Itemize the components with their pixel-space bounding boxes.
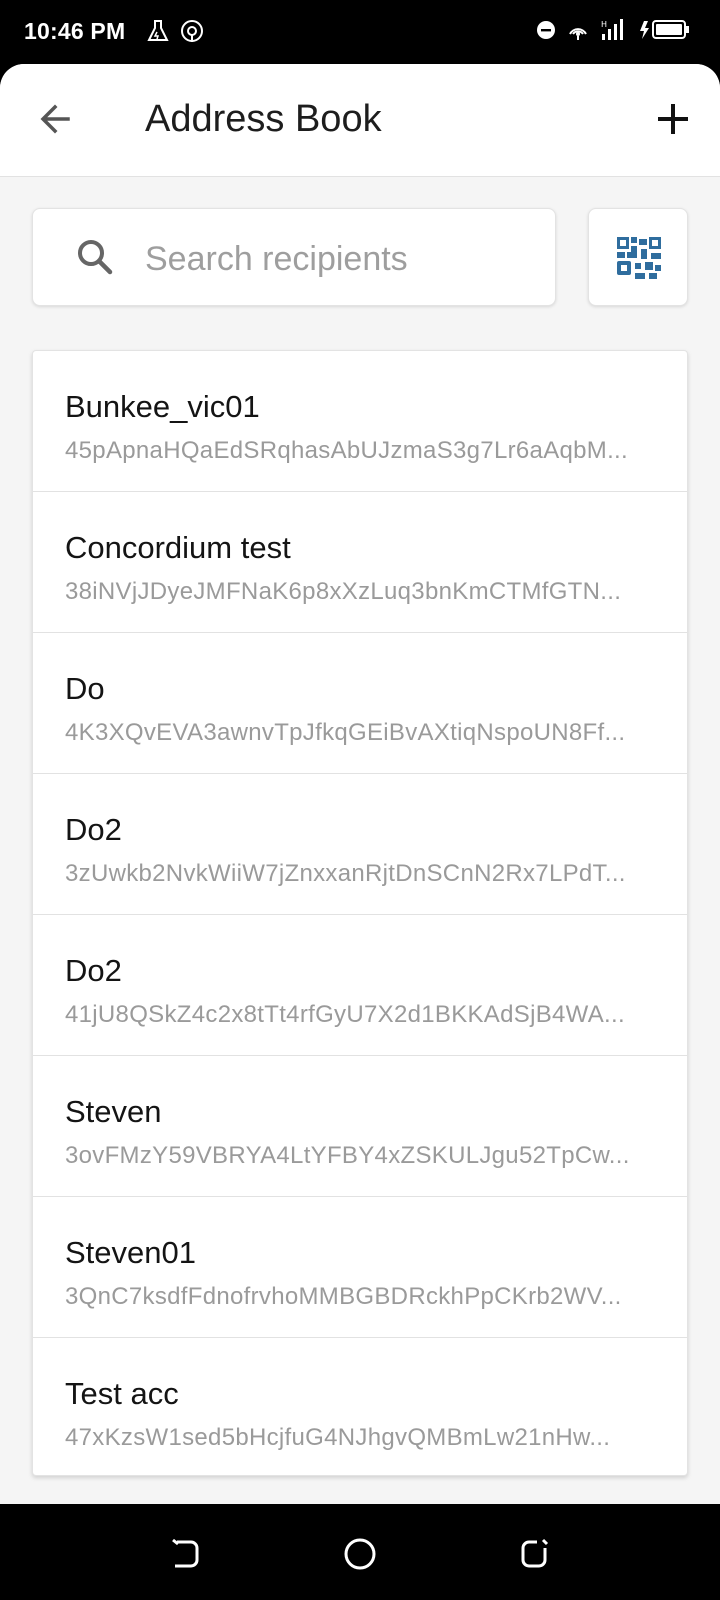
recipient-address: 47xKzsW1sed5bHcjfuG4NJhgvQMBmLw21nHw... bbox=[65, 1424, 611, 1451]
recipient-item[interactable]: Steven 3ovFMzY59VBRYA4LtYFBY4xZSKULJgu52T… bbox=[33, 1056, 687, 1197]
wifi-hotspot-icon bbox=[566, 18, 590, 47]
page-title: Address Book bbox=[145, 98, 382, 140]
recipient-item[interactable]: Test acc 47xKzsW1sed5bHcjfuG4NJhgvQMBmLw2… bbox=[33, 1338, 687, 1475]
recents-icon bbox=[515, 1538, 555, 1578]
recipient-name: Do2 bbox=[65, 812, 122, 847]
search-input[interactable] bbox=[143, 233, 537, 285]
recipient-name: Do2 bbox=[65, 953, 122, 988]
recipient-name: Steven bbox=[65, 1094, 162, 1129]
back-button[interactable] bbox=[32, 94, 82, 144]
status-time: 10:46 PM bbox=[24, 18, 126, 44]
system-nav-bar bbox=[0, 1504, 720, 1600]
status-left-icons bbox=[145, 18, 205, 49]
plus-icon bbox=[648, 104, 698, 148]
recipient-address: 38iNVjJDyeJMFNaK6p8xXzLuq3bnKmCTMfGTN... bbox=[65, 578, 622, 605]
search-box bbox=[32, 208, 556, 306]
recipient-address: 4K3XQvEVA3awnvTpJfkqGEiBvAXtiqNspoUN8Ff.… bbox=[65, 719, 626, 746]
back-gesture-icon bbox=[165, 1538, 205, 1578]
hotspot-icon bbox=[179, 18, 205, 49]
do-not-disturb-icon bbox=[536, 20, 556, 45]
recipient-item[interactable]: Do2 41jU8QSkZ4c2x8tTt4rfGyU7X2d1BKKAdSjB4… bbox=[33, 915, 687, 1056]
recipient-item[interactable]: Steven01 3QnC7ksdfFdnofrvhoMMBGBDRckhPpCK… bbox=[33, 1197, 687, 1338]
recipient-item[interactable]: Do2 3zUwkb2NvkWiiW7jZnxxanRjtDnSCnN2Rx7LP… bbox=[33, 774, 687, 915]
recipient-name: Bunkee_vic01 bbox=[65, 389, 260, 424]
recipient-item[interactable]: Bunkee_vic01 45pApnaHQaEdSRqhasAbUJzmaS3g… bbox=[33, 351, 687, 492]
nav-home-button[interactable] bbox=[340, 1534, 380, 1574]
nav-back-button[interactable] bbox=[165, 1534, 205, 1574]
svg-text:H: H bbox=[601, 20, 607, 29]
status-right-icons: H bbox=[536, 18, 690, 47]
recipient-address: 3ovFMzY59VBRYA4LtYFBY4xZSKULJgu52TpCw... bbox=[65, 1142, 630, 1169]
qr-scan-button[interactable] bbox=[588, 208, 688, 306]
lab-flask-icon bbox=[145, 18, 171, 49]
recipient-address: 3zUwkb2NvkWiiW7jZnxxanRjtDnSCnN2Rx7LPdT.… bbox=[65, 860, 626, 887]
recipient-item[interactable]: Concordium test 38iNVjJDyeJMFNaK6p8xXzLuq… bbox=[33, 492, 687, 633]
recipient-name: Do bbox=[65, 671, 105, 706]
app-header: Address Book bbox=[0, 64, 720, 177]
recipient-name: Concordium test bbox=[65, 530, 291, 565]
add-recipient-button[interactable] bbox=[648, 94, 698, 144]
recipient-name: Steven01 bbox=[65, 1235, 196, 1270]
recipient-name: Test acc bbox=[65, 1376, 179, 1411]
recipient-address: 45pApnaHQaEdSRqhasAbUJzmaS3g7Lr6aAqbM... bbox=[65, 437, 628, 464]
recipient-address: 41jU8QSkZ4c2x8tTt4rfGyU7X2d1BKKAdSjB4WA.… bbox=[65, 1001, 625, 1028]
recipient-item[interactable]: Do 4K3XQvEVA3awnvTpJfkqGEiBvAXtiqNspoUN8F… bbox=[33, 633, 687, 774]
recipient-address: 3QnC7ksdfFdnofrvhoMMBGBDRckhPpCKrb2WV... bbox=[65, 1283, 622, 1310]
home-circle-icon bbox=[340, 1538, 380, 1578]
search-icon bbox=[75, 237, 115, 277]
battery-charging-icon bbox=[638, 19, 690, 46]
recipient-list: Bunkee_vic01 45pApnaHQaEdSRqhasAbUJzmaS3g… bbox=[32, 350, 688, 1476]
nav-recents-button[interactable] bbox=[515, 1534, 555, 1574]
status-bar: 10:46 PM H bbox=[0, 0, 720, 64]
signal-icon: H bbox=[600, 18, 628, 47]
arrow-back-icon bbox=[32, 104, 82, 148]
app-screen: Address Book Search recipients Bunkee_vi… bbox=[0, 64, 720, 1504]
